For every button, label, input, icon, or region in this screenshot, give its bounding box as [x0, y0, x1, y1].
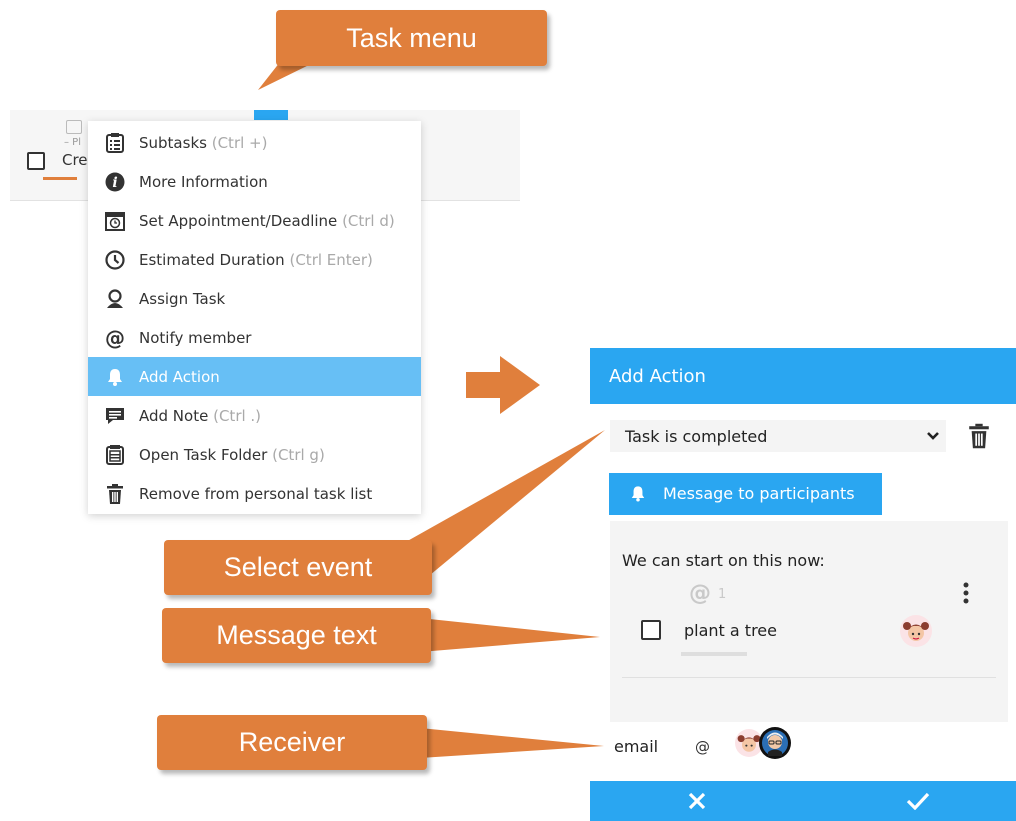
person-icon — [105, 288, 125, 309]
subtasks-icon — [105, 132, 125, 153]
message-text-area[interactable]: We can start on this now: @ 1 plant a tr… — [610, 521, 1008, 722]
trash-icon — [969, 423, 989, 449]
subtask-label[interactable]: plant a tree — [684, 621, 777, 640]
menu-item-remove[interactable]: Remove from personal task list — [88, 474, 421, 513]
menu-item-subtasks[interactable]: Subtasks (Ctrl +) — [88, 123, 421, 162]
bell-icon — [630, 484, 646, 507]
menu-item-estimated-duration-label: Estimated Duration — [139, 250, 285, 269]
subtask-progress-bar — [681, 652, 747, 656]
subtask-checkbox[interactable] — [641, 620, 661, 640]
trash-icon — [105, 483, 125, 504]
task-title-fragment[interactable]: Cre — [62, 151, 88, 169]
menu-item-add-note-shortcut: (Ctrl .) — [213, 406, 262, 425]
folder-icon — [105, 444, 125, 465]
svg-text:i: i — [112, 175, 117, 191]
receiver-at[interactable]: @ — [695, 738, 710, 756]
avatar — [900, 615, 932, 651]
menu-item-notify-member-label: Notify member — [139, 328, 252, 347]
menu-item-set-appointment-shortcut: (Ctrl d) — [342, 211, 395, 230]
menu-item-more-information-label: More Information — [139, 172, 268, 191]
menu-item-add-action[interactable]: Add Action — [88, 357, 421, 396]
callout-select-event-text: Select event — [223, 552, 373, 582]
avatar — [758, 726, 792, 764]
menu-item-open-task-folder-label: Open Task Folder — [139, 445, 268, 464]
callout-message-text: Message text — [162, 608, 431, 663]
receiver-label: email — [614, 737, 659, 756]
panel-footer — [590, 781, 1016, 821]
message-text: We can start on this now: — [622, 551, 825, 570]
callout-task-menu-text: Task menu — [346, 22, 477, 53]
menu-item-more-information[interactable]: i More Information — [88, 162, 421, 201]
menu-item-add-note[interactable]: Add Note (Ctrl .) — [88, 396, 421, 435]
menu-item-assign-task[interactable]: Assign Task — [88, 279, 421, 318]
event-select-value: Task is completed — [625, 426, 768, 446]
callout-message-text-text: Message text — [216, 620, 377, 650]
callout-task-menu: Task menu — [276, 10, 547, 66]
check-icon[interactable] — [906, 792, 930, 814]
chevron-down-icon — [927, 428, 939, 447]
menu-item-set-appointment-label: Set Appointment/Deadline — [139, 211, 338, 230]
info-icon: i — [105, 172, 125, 192]
callout-receiver-text: Receiver — [238, 727, 346, 757]
task-appointment-fragment: – Pl — [64, 137, 81, 148]
menu-item-estimated-duration[interactable]: Estimated Duration (Ctrl Enter) — [88, 240, 421, 279]
divider — [622, 677, 996, 678]
mention-count: 1 — [718, 587, 727, 602]
task-context-menu: Subtasks (Ctrl +) i More Information Set… — [88, 121, 421, 514]
task-menu-button[interactable] — [254, 110, 288, 120]
close-icon[interactable] — [688, 792, 706, 814]
add-action-header: Add Action — [590, 348, 1016, 404]
bell-icon — [105, 367, 125, 387]
right-arrow — [466, 356, 540, 414]
menu-item-open-task-folder-shortcut: (Ctrl g) — [272, 445, 325, 464]
menu-item-add-note-label: Add Note — [139, 406, 209, 425]
menu-item-estimated-duration-shortcut: (Ctrl Enter) — [289, 250, 373, 269]
receiver-pointer — [420, 728, 604, 758]
at-icon: @ — [105, 325, 125, 350]
task-checkbox[interactable] — [27, 152, 45, 170]
clock-icon — [105, 249, 125, 270]
menu-item-assign-task-label: Assign Task — [139, 289, 226, 308]
message-to-participants-label: Message to participants — [663, 484, 855, 503]
task-menu-pointer — [258, 62, 315, 90]
delete-action-button[interactable] — [968, 423, 990, 449]
menu-item-add-action-label: Add Action — [139, 367, 220, 386]
menu-item-remove-label: Remove from personal task list — [139, 484, 373, 503]
note-icon — [105, 406, 125, 426]
task-progress-bar — [43, 177, 77, 180]
menu-item-subtasks-shortcut: (Ctrl +) — [211, 133, 268, 152]
callout-select-event: Select event — [164, 540, 432, 595]
menu-item-subtasks-label: Subtasks — [139, 133, 207, 152]
add-action-title: Add Action — [609, 365, 706, 387]
callout-receiver: Receiver — [157, 715, 427, 770]
event-select[interactable]: Task is completed — [610, 420, 946, 452]
message-to-participants-button[interactable]: Message to participants — [609, 473, 882, 515]
appointment-icon — [66, 120, 82, 134]
mention-at-icon: @ — [689, 581, 711, 606]
message-text-pointer — [420, 618, 600, 652]
menu-item-open-task-folder[interactable]: Open Task Folder (Ctrl g) — [88, 435, 421, 474]
kebab-menu-icon[interactable] — [963, 581, 969, 607]
menu-item-notify-member[interactable]: @ Notify member — [88, 318, 421, 357]
menu-item-set-appointment[interactable]: Set Appointment/Deadline (Ctrl d) — [88, 201, 421, 240]
calendar-clock-icon — [105, 211, 125, 231]
